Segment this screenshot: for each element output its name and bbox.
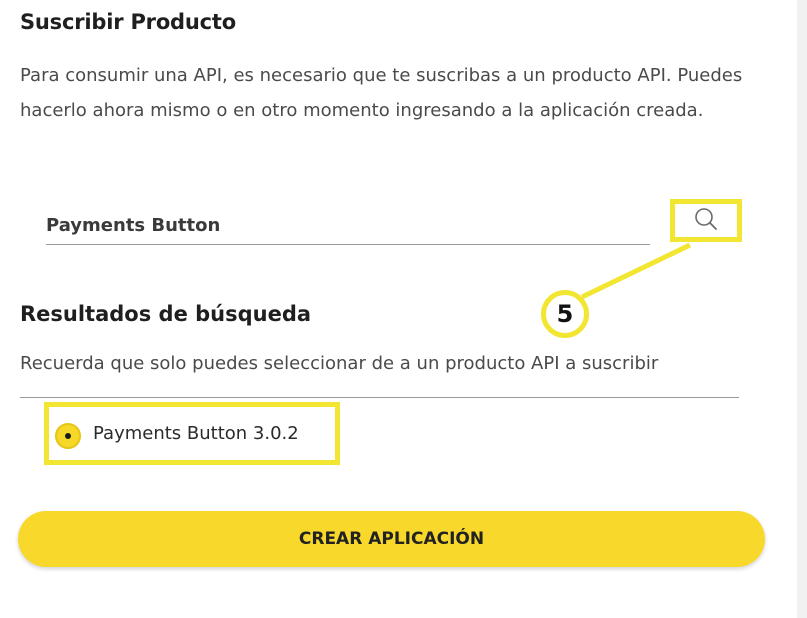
results-title: Resultados de búsqueda [20,302,312,326]
radio-selected[interactable] [55,423,81,449]
right-edge-panel [797,0,807,618]
results-hint: Recuerda que solo puedes seleccionar de … [20,353,659,374]
result-item[interactable]: Payments Button 3.0.2 [44,402,340,465]
create-application-button[interactable]: CREAR APLICACIÓN [18,511,765,567]
step-number-badge: 5 [541,290,589,338]
search-icon [693,206,719,236]
search-input[interactable] [46,206,650,245]
result-item-label: Payments Button 3.0.2 [93,423,299,444]
section-title: Suscribir Producto [20,10,236,34]
section-description: Para consumir una API, es necesario que … [20,65,743,121]
search-button[interactable] [670,199,742,242]
results-divider [20,397,739,398]
